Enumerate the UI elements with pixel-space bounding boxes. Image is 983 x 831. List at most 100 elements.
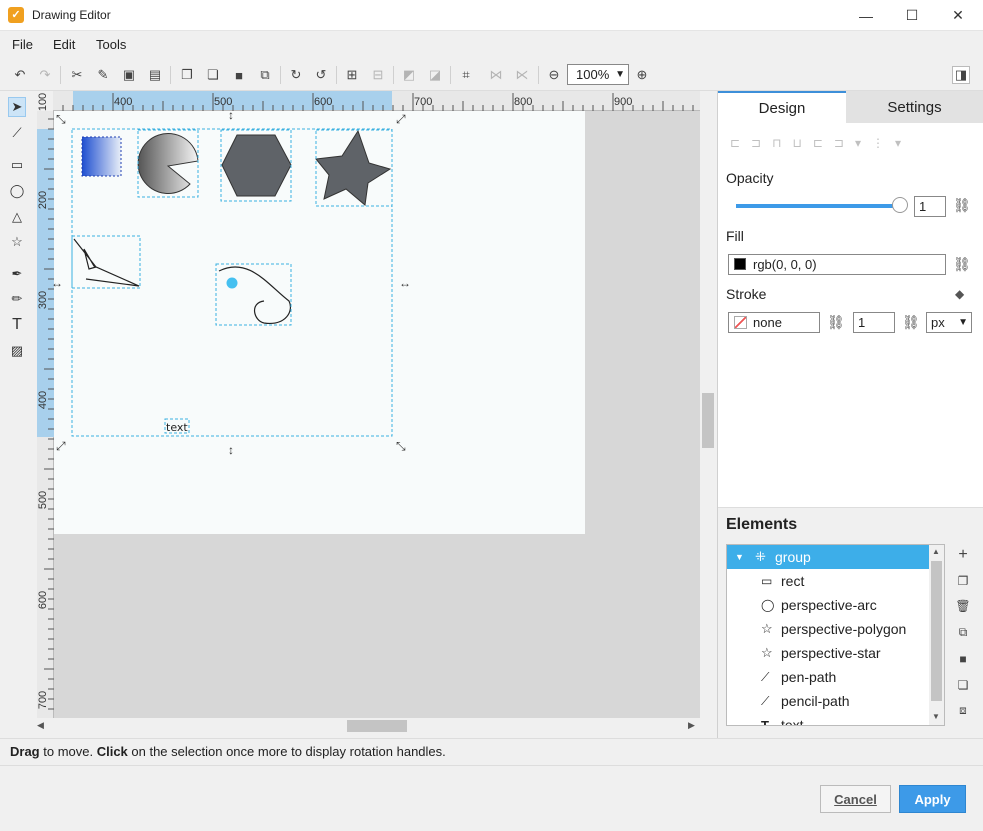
panel-toggle-icon[interactable]: ◨ — [952, 66, 970, 84]
rect-shape[interactable] — [81, 136, 122, 177]
zoom-out-icon[interactable]: ⊖ — [545, 66, 563, 84]
eraser-icon[interactable]: ◆ — [955, 287, 964, 301]
pen-tool-icon[interactable]: ✒ — [8, 264, 26, 284]
zoom-in-icon[interactable]: ⊕ — [633, 66, 651, 84]
opacity-label: Opacity — [726, 170, 774, 186]
pencil-path-shape[interactable] — [218, 266, 291, 324]
add-element-icon[interactable]: + — [955, 546, 971, 563]
bring-to-front-icon[interactable]: ■ — [230, 66, 248, 84]
hexagon-shape[interactable] — [221, 134, 292, 197]
fill-link-icon[interactable]: ⛓ — [953, 256, 971, 273]
close-button[interactable]: ✕ — [935, 0, 981, 31]
boolean-icon[interactable]: ◩ — [400, 66, 418, 84]
tree-item-group[interactable]: ▼ ⁜ group — [727, 545, 930, 569]
canvas-horizontal-scroll-thumb[interactable] — [347, 720, 407, 732]
menu-tools[interactable]: Tools — [96, 37, 126, 52]
undo-icon[interactable]: ↶ — [11, 66, 29, 84]
rect-tool-icon[interactable]: ▭ — [8, 155, 26, 175]
rotate-cw-icon[interactable]: ↻ — [287, 66, 305, 84]
path-split-icon[interactable]: ⋉ — [513, 66, 531, 84]
scroll-left-icon[interactable]: ◀ — [37, 720, 44, 731]
delete-element-icon[interactable]: 🗑 — [955, 598, 971, 614]
resize-handle-s-icon[interactable]: ↕ — [228, 443, 234, 457]
minimize-button[interactable]: — — [843, 0, 889, 31]
cancel-button[interactable]: Cancel — [820, 785, 891, 813]
line-tool-icon[interactable]: ⟋ — [8, 123, 26, 143]
tab-design[interactable]: Design — [718, 91, 846, 123]
resize-handle-se-icon[interactable]: ⤡ — [396, 439, 406, 454]
tab-settings[interactable]: Settings — [846, 91, 983, 123]
rotate-ccw-icon[interactable]: ↺ — [312, 66, 330, 84]
tree-item-rect[interactable]: ▭ rect — [727, 569, 930, 593]
stroke-width-input[interactable]: 1 — [853, 312, 895, 333]
move-up-icon[interactable]: ■ — [955, 651, 971, 667]
arc-shape[interactable] — [137, 133, 199, 194]
copy-style-icon[interactable]: ✎ — [94, 66, 112, 84]
cut-icon[interactable]: ✂ — [68, 66, 86, 84]
resize-handle-n-icon[interactable]: ↕ — [228, 108, 234, 122]
drawing-svg[interactable] — [54, 111, 585, 534]
toolbar-separator — [393, 66, 394, 84]
text-icon: T — [761, 717, 769, 726]
canvas-vertical-scroll-thumb[interactable] — [702, 393, 714, 448]
resize-handle-e-icon[interactable]: ↔ — [399, 276, 411, 290]
redo-icon[interactable]: ↷ — [36, 66, 54, 84]
bring-forward-icon[interactable]: ❐ — [178, 66, 196, 84]
polygon-tool-icon[interactable]: △ — [8, 207, 26, 227]
stroke-link-icon[interactable]: ⛓ — [827, 314, 845, 331]
resize-handle-w-icon[interactable]: ↔ — [51, 276, 63, 290]
paste-style-icon[interactable]: ▤ — [146, 66, 164, 84]
elements-tree[interactable]: ▼ ⁜ group ▭ rect ◯ perspective-arc ☆ per… — [726, 544, 945, 726]
stroke-width-link-icon[interactable]: ⛓ — [902, 314, 920, 331]
send-to-back-icon[interactable]: ⧉ — [256, 66, 274, 84]
pencil-tool-icon[interactable]: ✏ — [8, 289, 26, 309]
scroll-down-icon[interactable]: ▼ — [932, 712, 940, 721]
ellipse-tool-icon[interactable]: ◯ — [8, 181, 26, 201]
tree-item-label: text — [781, 717, 804, 726]
group-icon[interactable]: ⊞ — [343, 66, 361, 84]
elements-tree-scroll-thumb[interactable] — [931, 561, 942, 701]
opacity-slider-thumb[interactable] — [892, 197, 908, 213]
canvas-text-element[interactable]: text — [166, 421, 188, 434]
opacity-input[interactable]: 1 — [914, 196, 946, 217]
ungroup-icon[interactable]: ⊟ — [369, 66, 387, 84]
stroke-unit-select[interactable]: px ▼ — [926, 312, 972, 333]
fill-color-swatch — [734, 258, 746, 270]
menu-edit[interactable]: Edit — [53, 37, 75, 52]
stroke-input[interactable]: none — [728, 312, 820, 333]
resize-handle-nw-icon[interactable]: ⤡ — [56, 112, 66, 127]
move-to-front-icon[interactable]: ⧉ — [955, 624, 971, 640]
scroll-right-icon[interactable]: ▶ — [688, 720, 695, 731]
send-backward-icon[interactable]: ❏ — [204, 66, 222, 84]
tree-item-perspective-arc[interactable]: ◯ perspective-arc — [727, 593, 930, 617]
zoom-select[interactable]: 100% ▼ — [567, 64, 629, 85]
apply-button[interactable]: Apply — [899, 785, 966, 813]
star-shape[interactable] — [315, 129, 392, 206]
select-tool-icon[interactable]: ➤ — [8, 97, 26, 117]
tree-item-perspective-polygon[interactable]: ☆ perspective-polygon — [727, 617, 930, 641]
fill-input[interactable]: rgb(0, 0, 0) — [728, 254, 946, 275]
opacity-slider[interactable] — [736, 204, 900, 208]
status-click: Click — [96, 744, 128, 759]
tree-item-pen-path[interactable]: ⟋ pen-path — [727, 665, 930, 689]
resize-handle-ne-icon[interactable]: ⤢ — [396, 112, 406, 127]
tree-item-text[interactable]: T text — [727, 713, 930, 726]
move-to-back-icon[interactable]: ⧈ — [955, 702, 971, 718]
path-join-icon[interactable]: ⋈ — [487, 66, 505, 84]
opacity-link-icon[interactable]: ⛓ — [953, 197, 971, 214]
paste-icon[interactable]: ▣ — [120, 66, 138, 84]
resize-handle-sw-icon[interactable]: ⤢ — [56, 439, 66, 454]
maximize-button[interactable]: ☐ — [889, 0, 935, 31]
tree-item-perspective-star[interactable]: ☆ perspective-star — [727, 641, 930, 665]
duplicate-element-icon[interactable]: ❐ — [955, 573, 971, 589]
path-edit-icon[interactable]: ⌗ — [457, 66, 475, 84]
star-tool-icon[interactable]: ☆ — [8, 232, 26, 252]
text-tool-icon[interactable]: T — [8, 315, 26, 335]
move-down-icon[interactable]: ❏ — [955, 677, 971, 693]
mask-icon[interactable]: ◪ — [426, 66, 444, 84]
image-tool-icon[interactable]: ▨ — [8, 341, 26, 361]
pen-path-shape[interactable] — [73, 238, 140, 287]
menu-file[interactable]: File — [12, 37, 33, 52]
scroll-up-icon[interactable]: ▲ — [932, 547, 940, 556]
tree-item-pencil-path[interactable]: ⟋ pencil-path — [727, 689, 930, 713]
